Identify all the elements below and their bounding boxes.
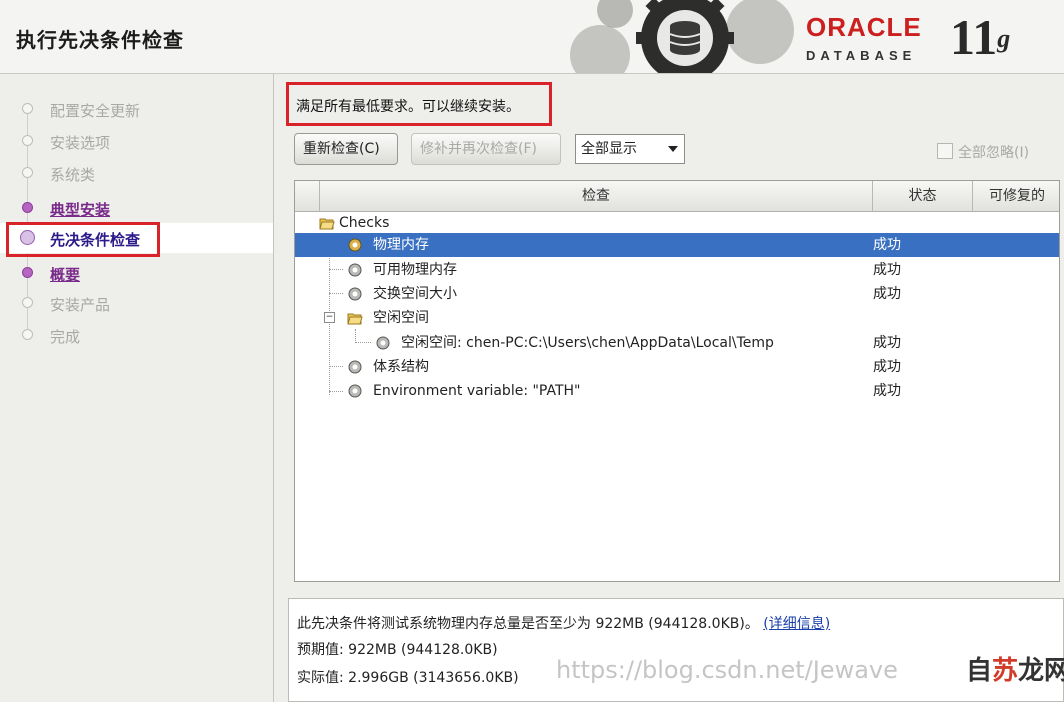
watermark-text: https://blog.csdn.net/Jewave [556, 656, 898, 684]
column-header-check[interactable]: 检查 [319, 181, 872, 211]
check-gear-icon [348, 384, 362, 398]
details-description: 此先决条件将测试系统物理内存总量是否至少为 922MB (944128.0KB)… [297, 616, 831, 632]
table-row[interactable]: Environment variable: "PATH" 成功 [295, 379, 1059, 403]
step-finish: 完成 [0, 320, 273, 350]
chevron-down-icon [668, 146, 678, 152]
folder-open-icon [347, 313, 363, 325]
step-typical-install[interactable]: 典型安装 [0, 193, 273, 223]
step-indicator-icon [22, 103, 33, 114]
step-indicator-icon [22, 267, 33, 278]
step-summary[interactable]: 概要 [0, 258, 273, 288]
folder-open-icon [319, 218, 335, 230]
column-header-status[interactable]: 状态 [872, 181, 972, 211]
step-install-options: 安装选项 [0, 126, 273, 156]
page-title: 执行先决条件检查 [16, 28, 184, 52]
details-panel: 此先决条件将测试系统物理内存总量是否至少为 922MB (944128.0KB)… [288, 598, 1064, 702]
table-row[interactable]: Checks [295, 211, 1059, 235]
step-indicator-icon [22, 297, 33, 308]
step-indicator-icon [22, 167, 33, 178]
wizard-steps-sidebar: 配置安全更新 安装选项 系统类 典型安装 先决条件检查 概要 安装产品 完成 [0, 74, 274, 702]
version-logo: 11g [950, 9, 1011, 65]
oracle-logo: ORACLE DATABASE [806, 12, 922, 63]
table-row-selected[interactable]: 物理内存 成功 [295, 233, 1059, 257]
column-header-fixable[interactable]: 可修复的 [972, 181, 1059, 211]
filter-select[interactable]: 全部显示 [575, 134, 685, 164]
recheck-button[interactable]: 重新检查(C) [294, 133, 398, 165]
table-row[interactable]: 空闲空间: chen-PC:C:\Users\chen\AppData\Loca… [295, 331, 1059, 355]
watermark-logo: 自苏龙网 [966, 656, 1064, 686]
ignore-all-checkbox[interactable]: 全部忽略(I) [937, 142, 1029, 162]
annotation-highlight-message [286, 82, 552, 126]
table-row[interactable]: 可用物理内存 成功 [295, 258, 1059, 282]
fix-and-recheck-button[interactable]: 修补并再次检查(F) [411, 133, 561, 165]
table-row[interactable]: 空闲空间 [295, 306, 1059, 330]
filter-select-value: 全部显示 [581, 141, 637, 157]
gears-graphic [570, 0, 794, 73]
checks-table: 检查 状态 可修复的 − Checks 物理内存 成功 可用物理内存 成功 交换… [294, 180, 1060, 582]
step-indicator-icon [22, 135, 33, 146]
check-gear-icon [376, 336, 390, 350]
expected-value-line: 预期值: 922MB (944128.0KB) [297, 642, 498, 658]
step-system-class: 系统类 [0, 158, 273, 188]
step-install-product: 安装产品 [0, 288, 273, 318]
main-panel: 满足所有最低要求。可以继续安装。 重新检查(C) 修补并再次检查(F) 全部显示… [274, 74, 1064, 702]
check-gear-icon [348, 360, 362, 374]
table-header: 检查 状态 可修复的 [295, 181, 1059, 212]
annotation-highlight-step [6, 222, 160, 257]
check-gear-icon [348, 263, 362, 277]
step-security-updates: 配置安全更新 [0, 94, 273, 124]
step-indicator-icon [22, 329, 33, 340]
step-indicator-icon [22, 202, 33, 213]
check-gear-icon [348, 238, 362, 252]
table-row[interactable]: 体系结构 成功 [295, 355, 1059, 379]
table-row[interactable]: 交换空间大小 成功 [295, 282, 1059, 306]
more-details-link[interactable]: (详细信息) [763, 616, 830, 632]
actual-value-line: 实际值: 2.996GB (3143656.0KB) [297, 670, 519, 686]
header-banner: 执行先决条件检查 ORACLE DATABASE 11g [0, 0, 1064, 74]
checkbox-box[interactable] [937, 143, 953, 159]
check-gear-icon [348, 287, 362, 301]
